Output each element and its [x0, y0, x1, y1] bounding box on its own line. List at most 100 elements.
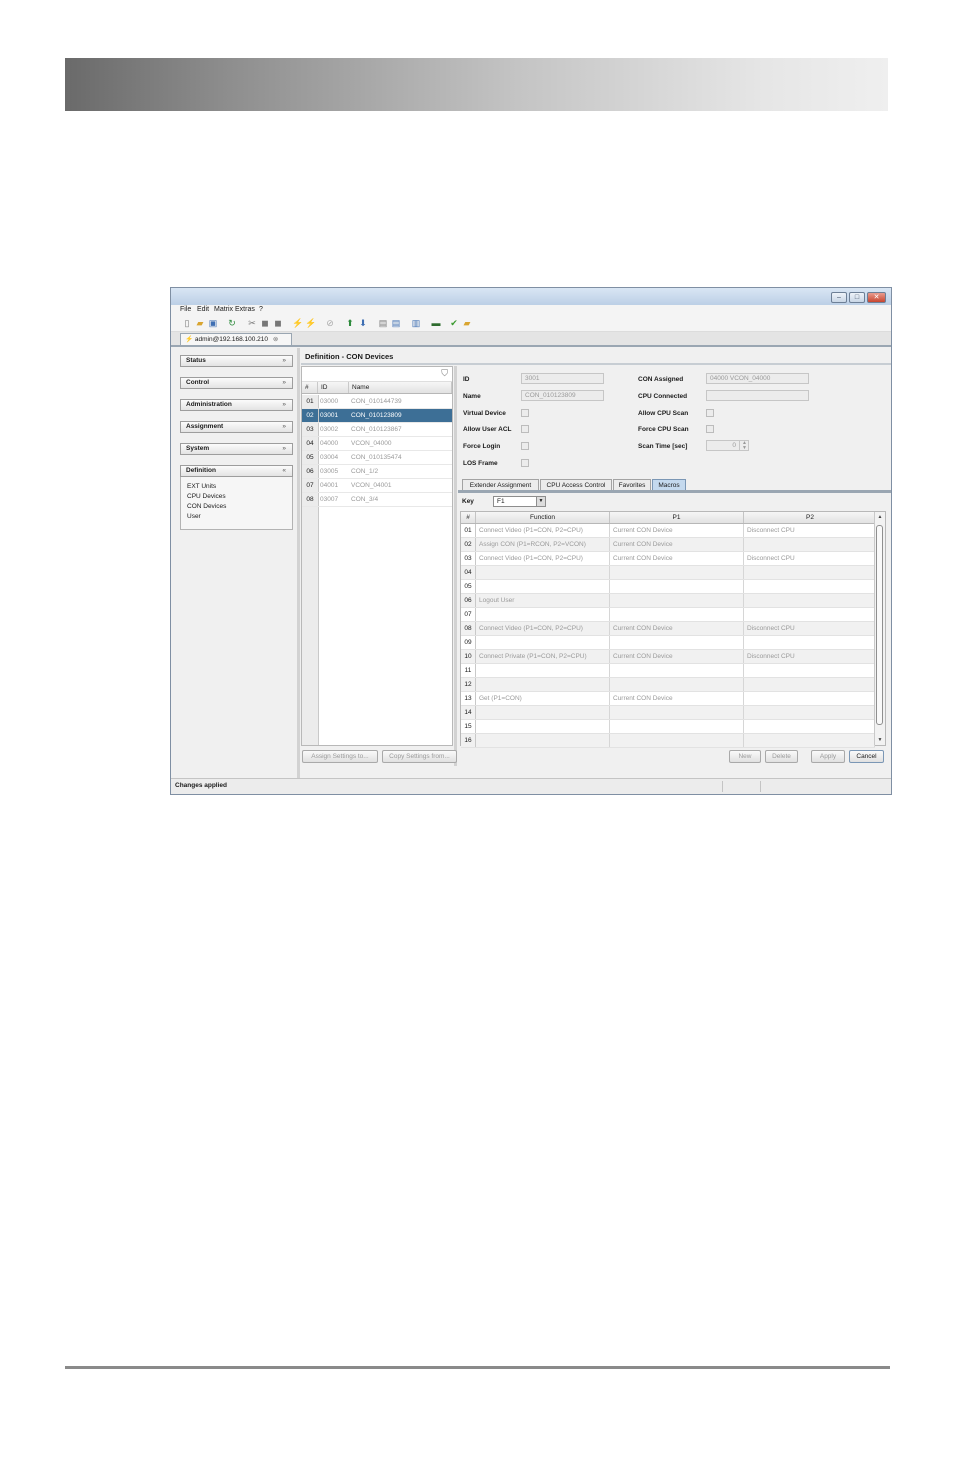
macro-row[interactable]: 11 — [461, 664, 875, 678]
upload-icon[interactable]: ⬆ — [345, 318, 355, 328]
spinner-arrows-icon[interactable]: ▲ ▼ — [739, 441, 749, 450]
scroll-down-icon[interactable]: ▼ — [875, 736, 885, 744]
macro-cell-p2[interactable] — [744, 566, 875, 579]
los-frame-checkbox[interactable] — [521, 459, 529, 467]
new-icon[interactable]: ▯ — [182, 318, 192, 328]
copy-icon[interactable]: ◼ — [260, 318, 270, 328]
name-field[interactable]: CON_010123809 — [521, 390, 604, 401]
macro-row[interactable]: 14 — [461, 706, 875, 720]
scroll-up-icon[interactable]: ▲ — [875, 513, 885, 521]
macro-cell-p2[interactable] — [744, 538, 875, 551]
allow-user-acl-checkbox[interactable] — [521, 425, 529, 433]
export-icon[interactable]: ▤ — [391, 318, 401, 328]
macro-cell-p2[interactable]: Disconnect CPU — [744, 552, 875, 565]
maximize-button[interactable]: □ — [849, 292, 865, 303]
nav-group-definition[interactable]: Definition « — [180, 465, 293, 477]
macro-cell-p2[interactable] — [744, 720, 875, 733]
macro-cell-p1[interactable]: Current CON Device — [610, 552, 744, 565]
nav-group-system[interactable]: System » — [180, 443, 293, 455]
macro-cell-p1[interactable] — [610, 734, 744, 747]
macro-cell-p1[interactable] — [610, 566, 744, 579]
macro-cell-p2[interactable] — [744, 678, 875, 691]
allow-cpu-scan-checkbox[interactable] — [706, 409, 714, 417]
stop-icon[interactable]: ⊘ — [325, 318, 335, 328]
column-header-number[interactable]: # — [302, 382, 318, 393]
list-row[interactable]: 03 03002 CON_010123867 — [302, 423, 452, 437]
nav-item-cpu-devices[interactable]: CPU Devices — [187, 493, 226, 500]
macro-cell-f[interactable]: Connect Video (P1=CON, P2=CPU) — [476, 622, 610, 635]
filter-icon[interactable]: ⛉ — [441, 368, 448, 379]
list-splitter[interactable] — [454, 366, 457, 766]
nav-group-assignment[interactable]: Assignment » — [180, 421, 293, 433]
assign-settings-button[interactable]: Assign Settings to... — [302, 750, 378, 763]
check-icon[interactable]: ✔ — [449, 318, 459, 328]
macro-cell-f[interactable] — [476, 636, 610, 649]
macro-cell-p1[interactable] — [610, 580, 744, 593]
open-icon[interactable]: ▰ — [195, 318, 205, 328]
macro-row[interactable]: 12 — [461, 678, 875, 692]
nav-item-con-devices[interactable]: CON Devices — [187, 503, 226, 510]
macro-cell-p1[interactable] — [610, 720, 744, 733]
download-icon[interactable]: ⬇ — [358, 318, 368, 328]
menu-file[interactable]: File — [180, 306, 191, 313]
macro-row[interactable]: 10 Connect Private (P1=CON, P2=CPU) Curren… — [461, 650, 875, 664]
macro-cell-p1[interactable]: Current CON Device — [610, 538, 744, 551]
con-assigned-field[interactable]: 04000 VCON_04000 — [706, 373, 809, 384]
document-icon[interactable]: ▤ — [378, 318, 388, 328]
macro-cell-p2[interactable] — [744, 664, 875, 677]
virtual-device-checkbox[interactable] — [521, 409, 529, 417]
macro-cell-p1[interactable] — [610, 706, 744, 719]
minimize-button[interactable]: – — [831, 292, 847, 303]
import-icon[interactable]: ▥ — [411, 318, 421, 328]
close-button[interactable]: ✕ — [867, 292, 886, 303]
macro-row[interactable]: 05 — [461, 580, 875, 594]
macro-cell-f[interactable]: Get (P1=CON) — [476, 692, 610, 705]
macro-scrollbar[interactable]: ▲ ▼ — [874, 512, 885, 745]
close-tab-icon[interactable]: ⊗ — [273, 336, 278, 343]
macro-row[interactable]: 13 Get (P1=CON) Current CON Device — [461, 692, 875, 706]
save-icon[interactable]: ▣ — [208, 318, 218, 328]
macro-cell-p2[interactable] — [744, 636, 875, 649]
cpu-connected-field[interactable] — [706, 390, 809, 401]
nav-group-control[interactable]: Control » — [180, 377, 293, 389]
macro-cell-p2[interactable] — [744, 706, 875, 719]
macro-cell-p2[interactable] — [744, 734, 875, 747]
macro-cell-f[interactable]: Connect Video (P1=CON, P2=CPU) — [476, 552, 610, 565]
column-header-name[interactable]: Name — [349, 382, 452, 393]
paste-icon[interactable]: ◼ — [273, 318, 283, 328]
column-header-id[interactable]: ID — [318, 382, 349, 393]
macro-cell-f[interactable] — [476, 706, 610, 719]
macro-row[interactable]: 07 — [461, 608, 875, 622]
nav-item-user[interactable]: User — [187, 513, 201, 520]
chevron-down-icon[interactable]: ▼ — [536, 497, 545, 506]
key-select[interactable]: F1 ▼ — [493, 496, 546, 507]
macro-cell-f[interactable] — [476, 664, 610, 677]
macro-cell-p2[interactable] — [744, 594, 875, 607]
macro-cell-f[interactable]: Assign CON (P1=RCON, P2=VCON) — [476, 538, 610, 551]
menu-matrix[interactable]: Matrix — [214, 306, 233, 313]
list-row[interactable]: 01 03000 CON_010144739 — [302, 395, 452, 409]
scrollbar-thumb[interactable] — [876, 525, 883, 725]
monitor-icon[interactable]: ▬ — [431, 318, 441, 328]
macro-cell-p1[interactable] — [610, 608, 744, 621]
macro-cell-f[interactable] — [476, 608, 610, 621]
menu-help[interactable]: ? — [259, 306, 263, 313]
cut-icon[interactable]: ✂ — [247, 318, 257, 328]
column-header-p1[interactable]: P1 — [610, 512, 744, 523]
delete-button[interactable]: Delete — [765, 750, 798, 763]
macro-cell-p2[interactable]: Disconnect CPU — [744, 622, 875, 635]
apply-button[interactable]: Apply — [811, 750, 845, 763]
column-header-number[interactable]: # — [461, 512, 476, 523]
nav-item-ext-units[interactable]: EXT Units — [187, 483, 216, 490]
macro-cell-f[interactable] — [476, 678, 610, 691]
column-header-function[interactable]: Function — [476, 512, 610, 523]
macro-cell-f[interactable] — [476, 734, 610, 747]
macro-cell-p1[interactable] — [610, 636, 744, 649]
nav-group-administration[interactable]: Administration » — [180, 399, 293, 411]
macro-cell-p2[interactable] — [744, 580, 875, 593]
macro-row[interactable]: 08 Connect Video (P1=CON, P2=CPU) Current … — [461, 622, 875, 636]
macro-cell-f[interactable]: Logout User — [476, 594, 610, 607]
macro-cell-p1[interactable] — [610, 664, 744, 677]
macro-row[interactable]: 09 — [461, 636, 875, 650]
macro-cell-f[interactable] — [476, 580, 610, 593]
